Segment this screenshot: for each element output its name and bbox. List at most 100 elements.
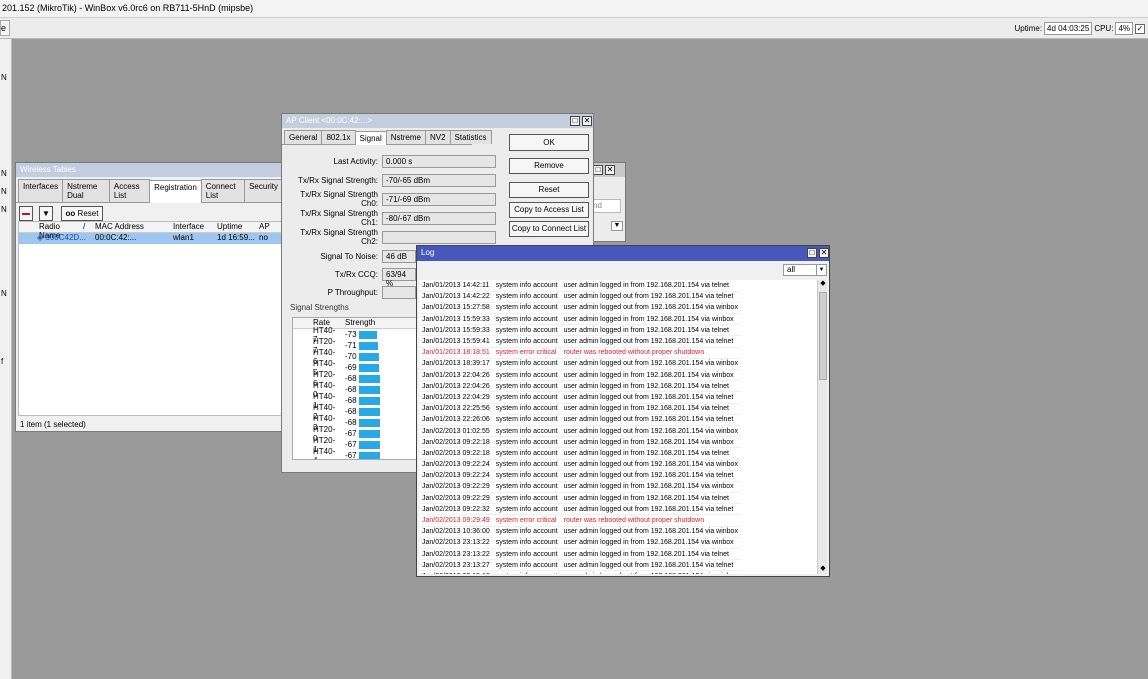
field-last-activity: Last Activity: 0.000 s bbox=[284, 154, 496, 168]
close-icon[interactable]: ✕ bbox=[605, 165, 615, 175]
scroll-down-icon[interactable]: ◆ bbox=[818, 564, 828, 574]
log-entry[interactable]: Jan/01/2013 14:42:22 system info account u… bbox=[419, 291, 741, 303]
log-message: user admin logged out from 192.168.201.1… bbox=[560, 503, 741, 516]
log-time: Jan/02/2013 01:02:55 bbox=[419, 425, 493, 438]
tab-nstreme-dual[interactable]: Nstreme Dual bbox=[62, 179, 110, 202]
col-mac-address[interactable]: MAC Address bbox=[93, 222, 173, 232]
maximize-icon[interactable]: □ bbox=[570, 116, 580, 126]
signal-bar bbox=[359, 407, 380, 416]
log-message: user admin logged in from 192.168.201.15… bbox=[560, 380, 741, 393]
signal-table-body: HT40-7 -73 HT20-7 -71 HT40-6 -70 HT40-5 -69 HT20… bbox=[293, 326, 417, 459]
log-entry[interactable]: Jan/01/2013 22:04:29 system info account u… bbox=[419, 391, 741, 404]
log-entry[interactable]: Jan/01/2013 15:59:33 system info account u… bbox=[419, 313, 741, 326]
scroll-up-icon[interactable]: ◆ bbox=[818, 279, 828, 289]
chevron-down-icon[interactable]: ▼ bbox=[611, 221, 623, 231]
field-ccq: Tx/Rx CCQ: 63/94 % bbox=[284, 267, 416, 288]
tab-nstreme[interactable]: Nstreme bbox=[385, 130, 426, 144]
log-entry[interactable]: Jan/02/2013 23:13:22 system info account u… bbox=[419, 548, 741, 561]
signal-bar bbox=[359, 385, 380, 394]
tab-statistics[interactable]: Statistics bbox=[449, 130, 492, 144]
hide-passwords-checkbox[interactable]: ✓ bbox=[1135, 23, 1145, 34]
log-message: user admin logged out from 192.168.201.1… bbox=[560, 559, 741, 572]
scroll-thumb[interactable] bbox=[819, 292, 827, 380]
chevron-down-icon: ▼ bbox=[816, 265, 826, 275]
tab-access-list[interactable]: Access List bbox=[108, 179, 151, 202]
col-radio-name[interactable]: Radio Name bbox=[19, 222, 73, 240]
maximize-icon[interactable]: □ bbox=[593, 165, 603, 175]
log-entry[interactable]: Jan/01/2013 22:04:26 system info account u… bbox=[419, 380, 741, 393]
menu-marker[interactable]: N bbox=[1, 169, 7, 178]
maximize-icon[interactable]: □ bbox=[807, 248, 817, 258]
tab-nv2[interactable]: NV2 bbox=[424, 130, 451, 144]
minus-icon bbox=[22, 213, 30, 215]
menu-marker[interactable]: N bbox=[1, 187, 7, 196]
close-icon[interactable]: ✕ bbox=[582, 116, 592, 126]
filter-button[interactable]: ▼ bbox=[39, 206, 53, 221]
log-entry[interactable]: Jan/02/2013 01:02:55 system info account u… bbox=[419, 425, 741, 438]
signal-bar bbox=[359, 341, 378, 350]
log-entry[interactable]: Jan/02/2013 23:13:22 system info account u… bbox=[419, 537, 741, 550]
log-entry[interactable]: Jan/01/2013 22:04:26 system info account u… bbox=[419, 369, 741, 382]
ap-client-title: AP Client <00:0C:42:...> □ ✕ bbox=[282, 114, 593, 128]
log-entry[interactable]: Jan/02/2013 10:36:00 system info account u… bbox=[419, 526, 741, 538]
log-entry[interactable]: Jan/01/2013 15:59:41 system info account u… bbox=[419, 335, 741, 348]
copy-to-access-list-button[interactable]: Copy to Access List bbox=[509, 202, 589, 218]
tab-general[interactable]: General bbox=[284, 130, 323, 144]
reset-button[interactable]: Reset bbox=[509, 182, 589, 198]
log-entry[interactable]: Jan/02/2013 09:22:24 system info account u… bbox=[419, 459, 741, 471]
signal-bar bbox=[359, 352, 379, 361]
log-entry[interactable]: Jan/01/2013 18:18:51 system error critica… bbox=[419, 347, 741, 359]
toolbar-button[interactable]: e bbox=[0, 20, 10, 36]
remove-button[interactable]: Remove bbox=[509, 158, 589, 174]
tab-signal[interactable]: Signal bbox=[354, 131, 387, 145]
log-entry[interactable]: Jan/02/2013 23:13:27 system info account u… bbox=[419, 559, 741, 572]
signal-strengths-label: Signal Strengths bbox=[290, 303, 349, 312]
log-entry[interactable]: Jan/01/2013 22:26:06 system info account u… bbox=[419, 414, 741, 426]
copy-to-connect-list-button[interactable]: Copy to Connect List bbox=[509, 221, 589, 237]
menu-marker[interactable]: N bbox=[1, 73, 7, 82]
col-ap[interactable]: AP bbox=[259, 222, 279, 232]
log-scrollbar[interactable]: ◆ ◆ bbox=[817, 280, 827, 574]
menu-marker[interactable]: N bbox=[1, 289, 7, 298]
log-time: Jan/01/2013 18:39:17 bbox=[419, 358, 493, 371]
col-interface[interactable]: Interface bbox=[173, 222, 217, 232]
reset-button[interactable]: oo Reset bbox=[61, 206, 103, 221]
log-entry[interactable]: Jan/01/2013 15:27:58 system info account u… bbox=[419, 302, 741, 315]
close-icon[interactable]: ✕ bbox=[819, 248, 829, 258]
log-entry[interactable]: Jan/02/2013 23:15:10system info accountu… bbox=[419, 570, 741, 574]
log-entry[interactable]: Jan/01/2013 14:42:11 system info account u… bbox=[419, 280, 741, 292]
log-topics: system info account bbox=[492, 280, 561, 292]
log-entry[interactable]: Jan/01/2013 22:25:56 system info account u… bbox=[419, 403, 741, 415]
menu-marker[interactable]: N bbox=[1, 205, 7, 214]
status-text: 1 item (1 selected) bbox=[20, 420, 86, 429]
background-field[interactable]: nd bbox=[591, 199, 621, 213]
col-uptime[interactable]: Uptime bbox=[217, 222, 259, 232]
signal-row[interactable]: HT40-4 -67 bbox=[293, 447, 417, 459]
remove-button[interactable] bbox=[19, 206, 33, 221]
log-entry[interactable]: Jan/02/2013 09:22:24 system info account u… bbox=[419, 470, 741, 482]
tab-security[interactable]: Security bbox=[244, 179, 283, 202]
log-topics: system info account bbox=[492, 335, 561, 348]
log-entry[interactable]: Jan/02/2013 09:29:49 system error critica… bbox=[419, 514, 741, 527]
log-message: user admin logged out from 192.168.201.1… bbox=[560, 291, 741, 303]
log-entry[interactable]: Jan/02/2013 09:22:18 system info account u… bbox=[419, 447, 741, 460]
col-strength[interactable]: Strength bbox=[345, 318, 405, 328]
log-time: Jan/01/2013 15:59:41 bbox=[419, 335, 493, 348]
tab-registration[interactable]: Registration bbox=[149, 180, 202, 203]
log-entry[interactable]: Jan/02/2013 09:22:29 system info account u… bbox=[419, 481, 741, 494]
log-table: Jan/01/2013 14:42:11 system info account u… bbox=[419, 280, 741, 574]
log-filter-select[interactable]: all ▼ bbox=[783, 264, 827, 276]
tab-interfaces[interactable]: Interfaces bbox=[18, 179, 64, 202]
menu-marker[interactable]: f bbox=[1, 357, 3, 366]
ok-button[interactable]: OK bbox=[509, 134, 589, 151]
log-entry[interactable]: Jan/02/2013 09:22:18 system info account u… bbox=[419, 436, 741, 449]
tab-8021x[interactable]: 802.1x bbox=[321, 130, 356, 144]
tab-connect-list[interactable]: Connect List bbox=[200, 179, 246, 202]
log-topics: system info account bbox=[492, 291, 561, 303]
log-entry[interactable]: Jan/01/2013 15:59:33 system info account u… bbox=[419, 324, 741, 337]
log-entry[interactable]: Jan/02/2013 09:22:32 system info account u… bbox=[419, 503, 741, 516]
table-row[interactable]: ◈ 000C42D... 00:0C:42:... wlan1 1d 16:59… bbox=[19, 233, 281, 244]
log-entry[interactable]: Jan/01/2013 18:39:17 system info account u… bbox=[419, 358, 741, 371]
signal-bar bbox=[359, 374, 380, 383]
log-entry[interactable]: Jan/02/2013 09:22:29 system info account u… bbox=[419, 492, 741, 505]
